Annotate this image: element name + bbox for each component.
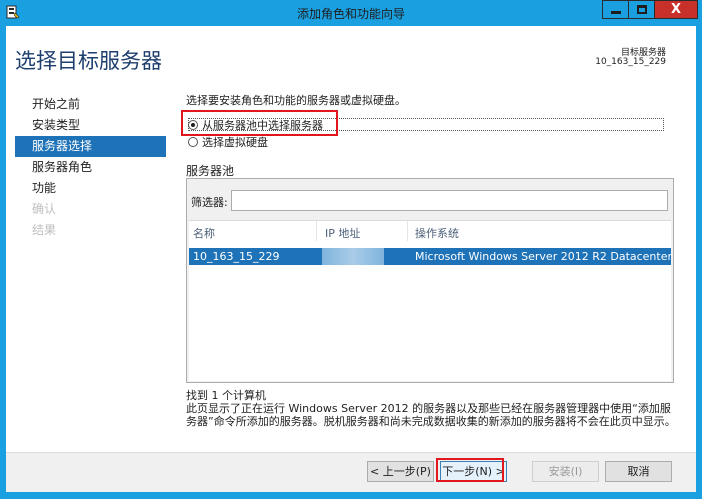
radio-unchecked-icon[interactable] [188, 137, 198, 147]
grid-header: 名称 IP 地址 操作系统 [189, 221, 671, 241]
column-separator[interactable] [316, 221, 317, 241]
server-pool-panel: 筛选器: 名称 IP 地址 操作系统 10_163_15_229 Microso… [186, 178, 674, 383]
nav-item-features[interactable]: 功能 [15, 178, 166, 199]
cell-ip-address-redacted [322, 248, 384, 265]
column-separator[interactable] [407, 221, 408, 241]
destination-server-value: 10_163_15_229 [595, 57, 666, 67]
cell-operating-system: Microsoft Windows Server 2012 R2 Datacen… [415, 250, 673, 263]
table-row[interactable]: 10_163_15_229 Microsoft Windows Server 2… [189, 248, 673, 265]
cancel-button[interactable]: 取消 [605, 461, 672, 482]
page-title: 选择目标服务器 [15, 49, 162, 73]
column-header-ip[interactable]: IP 地址 [325, 225, 360, 241]
found-count-text: 找到 1 个计算机 [186, 389, 266, 402]
maximize-icon [637, 5, 647, 14]
column-header-os[interactable]: 操作系统 [415, 225, 459, 241]
title-bar: 添加角色和功能向导 X [0, 0, 702, 26]
wizard-client-area: 选择目标服务器 目标服务器 10_163_15_229 开始之前 安装类型 服务… [6, 26, 696, 492]
button-bar: < 上一步(P) 下一步(N) > 安装(I) 取消 [6, 452, 696, 492]
highlight-box-radio [181, 110, 338, 136]
highlight-box-next [436, 458, 504, 482]
radio-select-vhd-label: 选择虚拟硬盘 [202, 136, 268, 149]
minimize-icon [611, 11, 621, 14]
maximize-button[interactable] [628, 0, 655, 19]
server-pool-label: 服务器池 [186, 164, 235, 178]
radio-select-vhd[interactable]: 选择虚拟硬盘 [188, 135, 268, 149]
nav-item-results: 结果 [32, 223, 57, 237]
close-icon: X [670, 2, 682, 17]
previous-button[interactable]: < 上一步(P) [367, 461, 434, 482]
server-grid: 名称 IP 地址 操作系统 10_163_15_229 Microsoft Wi… [189, 220, 673, 381]
wizard-window: 添加角色和功能向导 X 选择目标服务器 目标服务器 10_163_15_229 … [0, 0, 702, 499]
close-button[interactable]: X [654, 0, 698, 19]
nav-item-server-roles[interactable]: 服务器角色 [15, 157, 166, 178]
info-note-text: 此页显示了正在运行 Windows Server 2012 的服务器以及那些已经… [186, 402, 676, 428]
minimize-button[interactable] [602, 0, 629, 19]
nav-item-installation-type[interactable]: 安装类型 [15, 115, 166, 136]
nav-item-before-you-begin[interactable]: 开始之前 [15, 94, 166, 115]
nav-item-confirmation: 确认 [32, 202, 57, 216]
install-button: 安装(I) [532, 461, 599, 482]
column-header-name[interactable]: 名称 [193, 225, 215, 241]
wizard-step-nav: 开始之前 安装类型 服务器选择 服务器角色 功能 确认 结果 [15, 94, 166, 241]
filter-input[interactable] [231, 190, 668, 211]
description-text: 选择要安装角色和功能的服务器或虚拟硬盘。 [186, 94, 406, 107]
window-title: 添加角色和功能向导 [296, 7, 405, 21]
filter-label: 筛选器: [191, 196, 228, 209]
cell-server-name: 10_163_15_229 [193, 250, 280, 263]
nav-item-server-selection[interactable]: 服务器选择 [15, 136, 166, 157]
